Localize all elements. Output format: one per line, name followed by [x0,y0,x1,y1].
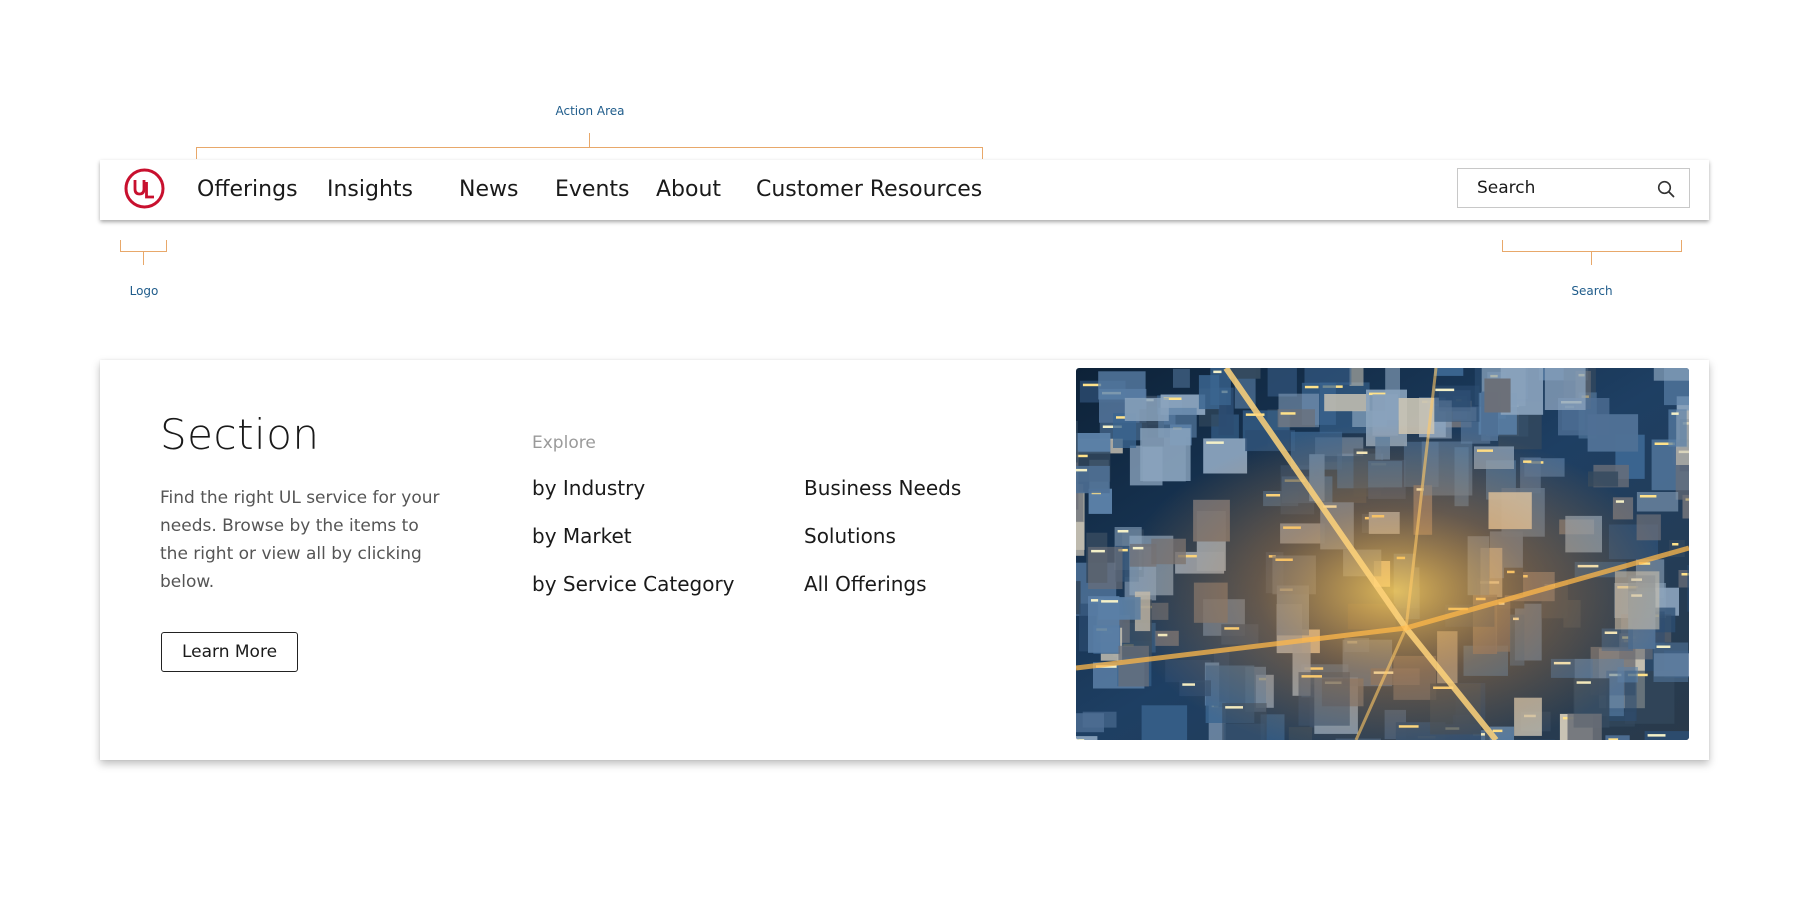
link-by-industry[interactable]: by Industry [532,476,645,500]
section-title: Section [160,410,320,459]
link-all-offerings[interactable]: All Offerings [804,572,927,596]
link-by-service-category[interactable]: by Service Category [532,572,735,596]
annotation-search-stem [1591,252,1592,265]
nav-insights[interactable]: Insights [327,177,413,202]
annotation-action-area-label: Action Area [555,104,625,118]
search-icon[interactable] [1657,180,1675,198]
section-card: Section Find the right UL service for yo… [100,360,1709,760]
annotation-search-bracket [1502,240,1682,252]
city-aerial-night-photo [1076,368,1689,740]
explore-label: Explore [532,433,596,453]
learn-more-button[interactable]: Learn More [161,632,298,672]
annotation-logo-label: Logo [129,284,159,298]
annotation-logo-stem [143,252,144,265]
annotation-logo-bracket [120,240,167,252]
nav-events[interactable]: Events [555,177,630,202]
nav-news[interactable]: News [459,177,518,202]
link-solutions[interactable]: Solutions [804,524,896,548]
link-by-market[interactable]: by Market [532,524,632,548]
annotation-action-area-bracket [196,147,983,159]
annotation-action-area-stem [589,133,590,147]
ul-logo-icon[interactable] [124,168,165,209]
nav-about[interactable]: About [656,177,721,202]
nav-customer-resources[interactable]: Customer Resources [756,177,982,202]
section-description: Find the right UL service for your needs… [160,488,440,592]
site-header: Offerings Insights News Events About Cus… [100,160,1709,220]
nav-offerings[interactable]: Offerings [197,177,298,202]
annotation-search-label: Search [1571,284,1613,298]
search-box [1457,168,1690,208]
search-input[interactable] [1458,169,1667,207]
link-business-needs[interactable]: Business Needs [804,476,961,500]
